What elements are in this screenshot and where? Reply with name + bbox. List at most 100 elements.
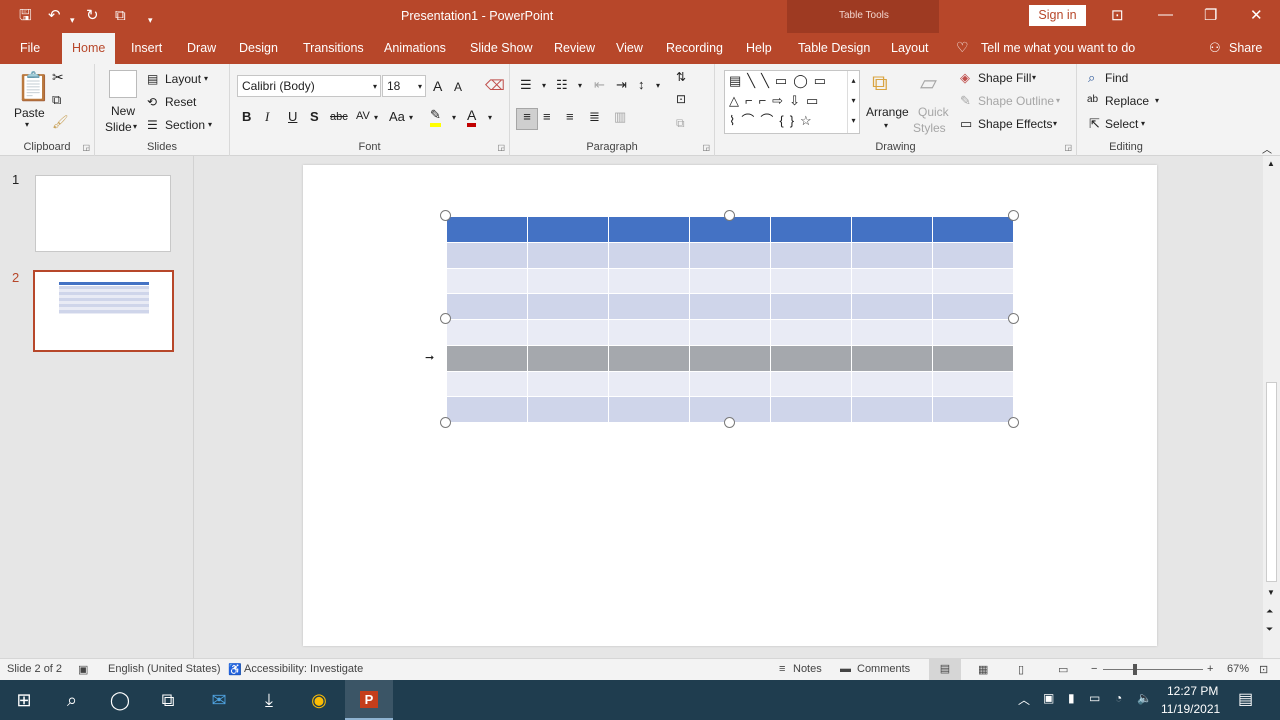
- character-spacing-button[interactable]: AV: [356, 110, 370, 122]
- table-cell[interactable]: [446, 216, 528, 243]
- table-cell[interactable]: [527, 267, 609, 295]
- increase-indent-icon[interactable]: ⇥: [616, 77, 627, 93]
- fit-slide-icon[interactable]: ⊡: [1259, 663, 1268, 676]
- table-cell[interactable]: [608, 396, 690, 423]
- select-dropdown-icon[interactable]: ▾: [1141, 119, 1145, 128]
- copy-icon[interactable]: ⧉: [52, 92, 61, 108]
- shapes-row-3[interactable]: ⌇⌒⌒{}☆: [725, 111, 859, 131]
- table-row[interactable]: [446, 319, 1014, 346]
- powerpoint-taskbar-icon[interactable]: P: [345, 680, 393, 720]
- table-cell[interactable]: [446, 319, 528, 346]
- text-shadow-button[interactable]: S: [310, 109, 319, 124]
- align-text-icon[interactable]: ⊡: [676, 92, 686, 106]
- find-button[interactable]: Find: [1105, 71, 1128, 85]
- quick-styles-button[interactable]: Quick: [918, 105, 949, 119]
- increase-font-size-button[interactable]: A: [433, 78, 442, 94]
- tab-view[interactable]: View: [616, 41, 643, 55]
- notes-button[interactable]: Notes: [793, 663, 822, 675]
- tab-home[interactable]: Home: [62, 33, 116, 64]
- next-slide-icon[interactable]: ⏷: [1266, 624, 1273, 635]
- resize-handle[interactable]: [1008, 313, 1019, 324]
- reset-icon[interactable]: ⟲: [147, 95, 157, 109]
- smartart-icon[interactable]: ⧉: [676, 116, 685, 131]
- table-cell[interactable]: [608, 319, 690, 346]
- zoom-in-icon[interactable]: +: [1207, 663, 1213, 675]
- shapes-row-1[interactable]: ▤╲╲▭◯▭: [725, 71, 859, 91]
- quick-styles-label2[interactable]: Styles: [913, 121, 946, 135]
- quick-styles-icon[interactable]: ▱: [920, 70, 937, 96]
- table-cell[interactable]: [446, 396, 528, 423]
- table-cell[interactable]: [932, 216, 1014, 243]
- table-cell[interactable]: [608, 216, 690, 243]
- align-center-icon[interactable]: ≡: [543, 109, 551, 124]
- table-cell[interactable]: [851, 216, 933, 243]
- table-cell[interactable]: [608, 267, 690, 295]
- zoom-slider-thumb[interactable]: [1133, 664, 1137, 675]
- slideshow-icon[interactable]: ▭: [1058, 663, 1068, 676]
- search-icon[interactable]: ⌕: [48, 680, 96, 720]
- table-cell[interactable]: [689, 344, 771, 372]
- line-spacing-icon[interactable]: ↕: [638, 77, 645, 92]
- new-slide-icon[interactable]: [109, 70, 137, 98]
- font-color-icon[interactable]: A: [467, 107, 477, 127]
- customize-toolbar-icon[interactable]: ▾: [148, 10, 153, 30]
- shape-outline-button[interactable]: Shape Outline: [978, 94, 1054, 108]
- numbering-dropdown-icon[interactable]: ▾: [578, 81, 582, 90]
- restore-icon[interactable]: ❐: [1204, 6, 1217, 24]
- table-cell[interactable]: [689, 319, 771, 346]
- clock-time[interactable]: 12:27 PM: [1167, 684, 1218, 698]
- tab-animations[interactable]: Animations: [384, 41, 446, 55]
- slide[interactable]: ➞: [303, 165, 1157, 646]
- windows-start-icon[interactable]: ⊞: [0, 680, 48, 720]
- table-cell[interactable]: [770, 267, 852, 295]
- text-direction-icon[interactable]: ⇅: [676, 70, 686, 84]
- share-button[interactable]: Share: [1229, 41, 1262, 55]
- select-button[interactable]: Select: [1105, 117, 1138, 131]
- zoom-level[interactable]: 67%: [1227, 663, 1249, 675]
- table-cell[interactable]: [527, 344, 609, 372]
- vertical-scrollbar[interactable]: ▲ ▼ ⏶ ⏷: [1263, 156, 1280, 658]
- shape-fill-button[interactable]: Shape Fill: [978, 71, 1031, 85]
- table-cell[interactable]: [770, 293, 852, 320]
- spelling-icon[interactable]: ▣: [78, 663, 88, 676]
- shape-fill-icon[interactable]: ◈: [960, 70, 970, 86]
- justify-icon[interactable]: ≣: [589, 109, 600, 125]
- highlight-icon[interactable]: ✎: [430, 107, 441, 127]
- table-cell[interactable]: [851, 396, 933, 423]
- accessibility-status[interactable]: Accessibility: Investigate: [244, 663, 363, 675]
- slide-thumbnail-1[interactable]: [35, 175, 171, 252]
- shapes-row-2[interactable]: △⌐⌐⇨⇩▭: [725, 91, 859, 111]
- align-right-icon[interactable]: ≡: [566, 109, 574, 124]
- table-cell[interactable]: [689, 267, 771, 295]
- wifi-icon[interactable]: ◔: [1115, 691, 1122, 705]
- format-painter-icon[interactable]: 🖌: [52, 114, 69, 130]
- ribbon-display-options-icon[interactable]: ⊡: [1111, 6, 1124, 24]
- arrange-button[interactable]: Arrange: [866, 105, 909, 119]
- drawing-launcher-icon[interactable]: ◲: [1064, 143, 1072, 152]
- tab-draw[interactable]: Draw: [187, 41, 216, 55]
- scroll-down-icon[interactable]: ▼: [1267, 588, 1275, 597]
- shape-effects-icon[interactable]: ▭: [960, 116, 972, 132]
- gallery-more-icon[interactable]: ▴ ▾ ▾: [847, 71, 859, 133]
- normal-view-icon[interactable]: ▤: [929, 659, 961, 680]
- table-cell[interactable]: [851, 293, 933, 320]
- chrome-icon[interactable]: ◉: [295, 680, 343, 720]
- bold-button[interactable]: B: [242, 109, 251, 124]
- tab-recording[interactable]: Recording: [666, 41, 723, 55]
- table-row[interactable]: [446, 293, 1014, 320]
- resize-handle[interactable]: [1008, 210, 1019, 221]
- columns-icon[interactable]: ▥: [614, 109, 626, 125]
- table-row[interactable]: [446, 370, 1014, 398]
- tab-file[interactable]: File: [20, 41, 40, 55]
- slide-sorter-icon[interactable]: ▦: [978, 663, 988, 676]
- table-row[interactable]: [446, 267, 1014, 295]
- table-cell[interactable]: [770, 216, 852, 243]
- undo-icon[interactable]: ↶: [48, 6, 61, 26]
- scroll-up-icon[interactable]: ▲: [1267, 159, 1275, 168]
- layout-button[interactable]: Layout: [165, 72, 201, 86]
- table-cell[interactable]: [446, 241, 528, 269]
- table-cell[interactable]: [446, 370, 528, 398]
- task-view-icon[interactable]: ⧉: [144, 680, 192, 720]
- underline-button[interactable]: U: [288, 109, 297, 124]
- line-spacing-dropdown-icon[interactable]: ▾: [656, 81, 660, 90]
